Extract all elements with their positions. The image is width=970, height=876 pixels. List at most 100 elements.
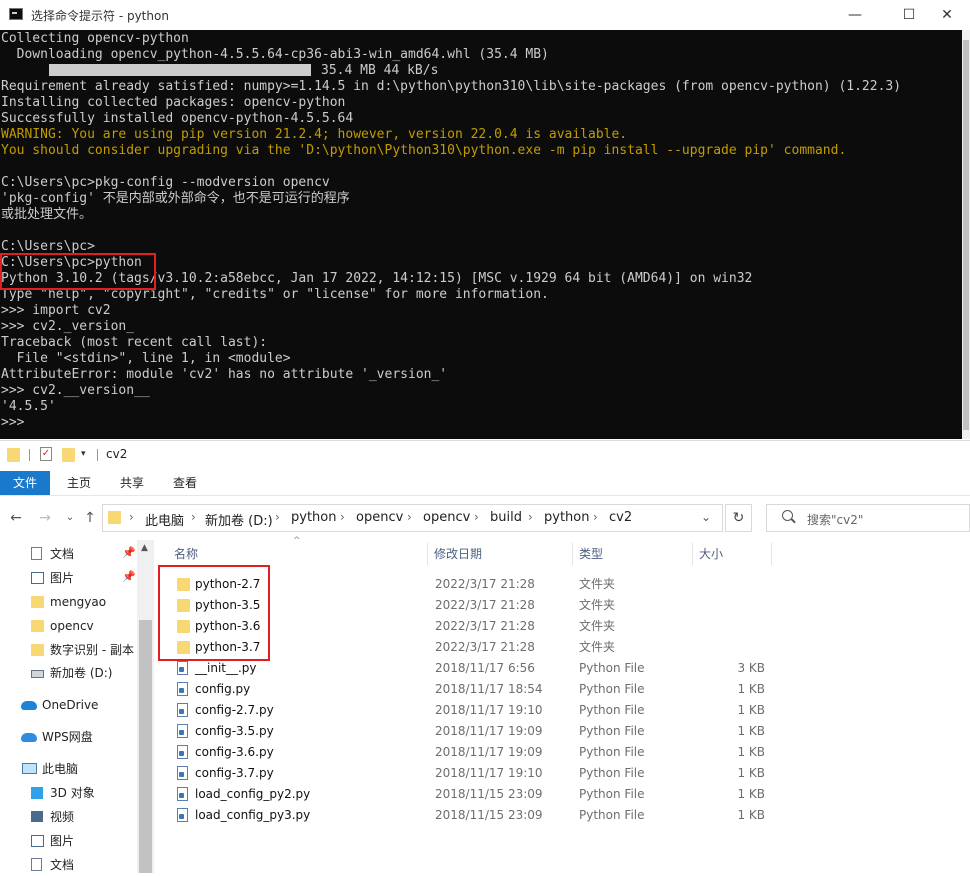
close-button[interactable]: ✕ [924, 0, 970, 30]
file-row[interactable]: config-3.6.py 2018/11/17 19:09 Python Fi… [170, 742, 970, 763]
cube-icon [31, 787, 43, 799]
chevron-right-icon[interactable]: › [593, 510, 598, 524]
chevron-right-icon[interactable]: › [275, 510, 280, 524]
tab-view[interactable]: 查看 [164, 471, 206, 495]
nav-item-pictures[interactable]: 图片 [50, 567, 74, 589]
file-row[interactable]: config-2.7.py 2018/11/17 19:10 Python Fi… [170, 700, 970, 721]
tab-home[interactable]: 主页 [58, 471, 100, 495]
breadcrumb-item[interactable]: 此电脑 [145, 510, 184, 529]
nav-item-pictures-pc[interactable]: 图片 [50, 830, 74, 852]
properties-icon[interactable]: ✓ [40, 447, 52, 461]
refresh-button[interactable]: ↻ [725, 504, 752, 532]
column-header-type[interactable]: 类型 [579, 543, 603, 565]
address-dropdown-icon[interactable]: ⌄ [701, 510, 711, 524]
breadcrumb-item-current[interactable]: cv2 [609, 510, 632, 525]
chevron-right-icon[interactable]: › [407, 510, 412, 524]
file-row[interactable]: config-3.7.py 2018/11/17 19:10 Python Fi… [170, 763, 970, 784]
file-row[interactable]: __init__.py 2018/11/17 6:56 Python File … [170, 658, 970, 679]
python-file-icon [177, 682, 188, 696]
file-name: config-3.7.py [195, 766, 274, 780]
chevron-right-icon[interactable]: › [191, 510, 196, 524]
file-date: 2018/11/17 18:54 [435, 682, 543, 696]
column-header-size[interactable]: 大小 [699, 543, 723, 565]
chevron-right-icon[interactable]: › [129, 510, 134, 524]
file-type: 文件夹 [579, 640, 616, 654]
file-row[interactable]: python-3.7 2022/3/17 21:28 文件夹 [170, 637, 970, 658]
tab-file[interactable]: 文件 [0, 471, 50, 495]
pin-icon[interactable]: 📌 [122, 570, 136, 583]
file-date: 2022/3/17 21:28 [435, 619, 535, 633]
chevron-right-icon[interactable]: › [340, 510, 345, 524]
breadcrumb-item[interactable]: opencv [356, 510, 403, 525]
customize-toolbar-icon[interactable]: ▾ [81, 449, 86, 459]
file-size [730, 637, 765, 658]
file-type: Python File [579, 724, 645, 738]
chevron-right-icon[interactable]: › [474, 510, 479, 524]
column-header-name[interactable]: 名称 [174, 543, 198, 565]
search-input[interactable] [766, 504, 970, 532]
console-scrollbar[interactable] [962, 30, 970, 439]
file-row[interactable]: python-3.5 2022/3/17 21:28 文件夹 [170, 595, 970, 616]
breadcrumb-item[interactable]: build [490, 510, 522, 525]
file-date: 2022/3/17 21:28 [435, 577, 535, 591]
nav-item-drive-d[interactable]: 新加卷 (D:) [50, 662, 112, 684]
pin-icon[interactable]: 📌 [122, 546, 136, 559]
document-icon [31, 858, 42, 871]
scroll-up-icon[interactable]: ▲ [141, 543, 148, 553]
file-type: 文件夹 [579, 577, 616, 591]
column-divider[interactable] [427, 543, 428, 565]
nav-item-3d-objects[interactable]: 3D 对象 [50, 782, 95, 804]
breadcrumb-item[interactable]: 新加卷 (D:) [205, 510, 273, 529]
file-row[interactable]: load_config_py3.py 2018/11/15 23:09 Pyth… [170, 805, 970, 826]
forward-arrow-icon[interactable]: → [36, 508, 54, 528]
onedrive-icon [21, 701, 37, 710]
file-row[interactable]: config.py 2018/11/17 18:54 Python File 1… [170, 679, 970, 700]
scrollbar-thumb[interactable] [139, 620, 152, 873]
nav-item-digit-recognition-copy[interactable]: 数字识别 - 副本 [50, 639, 134, 661]
console-line: Successfully installed opencv-python-4.5… [1, 111, 354, 126]
file-size: 1 KB [737, 682, 765, 696]
back-arrow-icon[interactable]: ← [7, 508, 25, 528]
nav-item-this-pc[interactable]: 此电脑 [42, 758, 78, 780]
file-type: Python File [579, 766, 645, 780]
nav-item-wps-drive[interactable]: WPS网盘 [42, 726, 93, 748]
console-warning-line: You should consider upgrading via the 'D… [1, 143, 847, 158]
search-placeholder: 搜索"cv2" [807, 513, 864, 527]
new-folder-icon[interactable] [62, 448, 75, 462]
file-name: config-3.5.py [195, 724, 274, 738]
nav-item-mengyao[interactable]: mengyao [50, 591, 106, 613]
chevron-right-icon[interactable]: › [528, 510, 533, 524]
column-divider[interactable] [692, 543, 693, 565]
file-date: 2018/11/17 19:10 [435, 703, 543, 717]
console-titlebar[interactable]: 选择命令提示符 - python — ☐ ✕ [0, 0, 970, 30]
breadcrumb-item[interactable]: python [291, 510, 336, 525]
file-size: 1 KB [737, 808, 765, 822]
console-output[interactable]: Collecting opencv-python Downloading ope… [0, 30, 962, 439]
column-divider[interactable] [771, 543, 772, 565]
python-file-icon [177, 661, 188, 675]
search-icon [782, 510, 793, 521]
file-row[interactable]: config-3.5.py 2018/11/17 19:09 Python Fi… [170, 721, 970, 742]
breadcrumb-item[interactable]: opencv [423, 510, 470, 525]
nav-item-videos[interactable]: 视频 [50, 806, 74, 828]
file-type: 文件夹 [579, 598, 616, 612]
minimize-button[interactable]: — [832, 0, 878, 30]
column-divider[interactable] [572, 543, 573, 565]
highlight-box [0, 253, 156, 290]
python-file-icon [177, 724, 188, 738]
tab-share[interactable]: 共享 [111, 471, 153, 495]
breadcrumb-item[interactable]: python [544, 510, 589, 525]
file-name: load_config_py2.py [195, 787, 311, 801]
file-date: 2022/3/17 21:28 [435, 640, 535, 654]
file-row[interactable]: load_config_py2.py 2018/11/15 23:09 Pyth… [170, 784, 970, 805]
nav-item-onedrive[interactable]: OneDrive [42, 694, 98, 716]
up-arrow-icon[interactable]: ↑ [81, 508, 99, 528]
nav-item-documents[interactable]: 文档 [50, 543, 74, 565]
nav-item-opencv[interactable]: opencv [50, 615, 94, 637]
column-header-date[interactable]: 修改日期 [434, 543, 482, 565]
file-row[interactable]: python-2.7 2022/3/17 21:28 文件夹 [170, 574, 970, 595]
recent-locations-icon[interactable]: ⌄ [61, 508, 79, 528]
scrollbar-thumb[interactable] [963, 40, 969, 430]
file-row[interactable]: python-3.6 2022/3/17 21:28 文件夹 [170, 616, 970, 637]
navigation-scrollbar[interactable]: ▲ [137, 540, 154, 873]
